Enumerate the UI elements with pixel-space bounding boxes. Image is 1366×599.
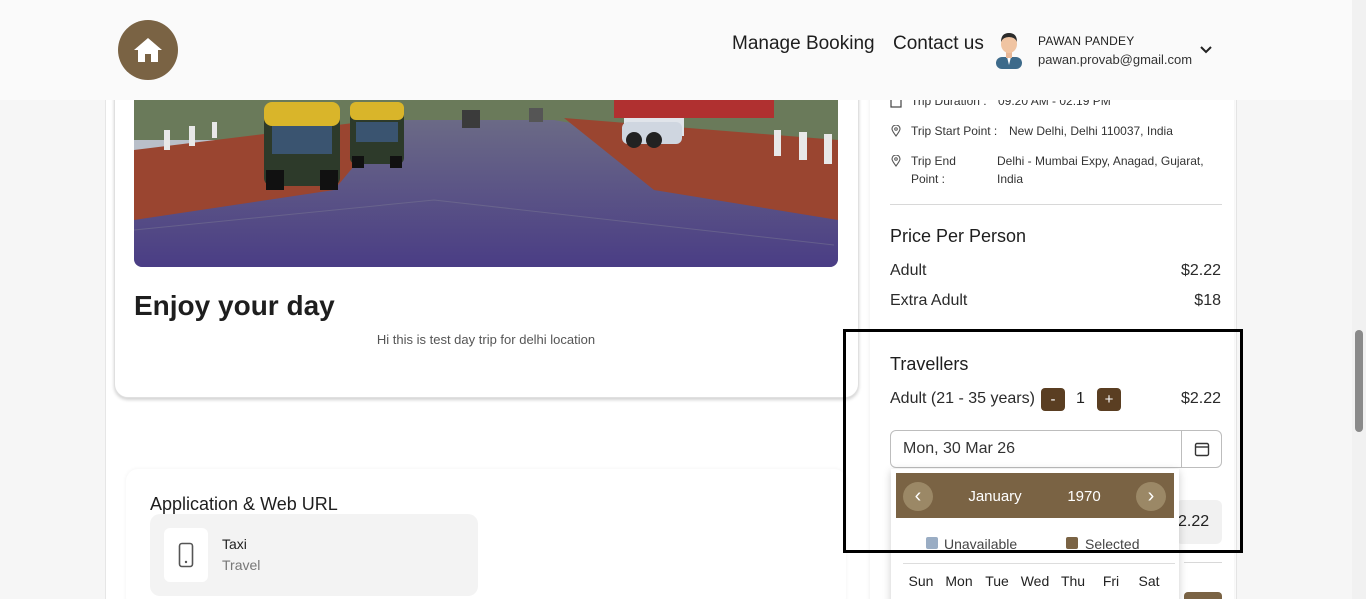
- datepicker-month[interactable]: January: [946, 488, 1044, 505]
- adult-total-price: $2.22: [1180, 390, 1221, 407]
- location-pin-icon: [891, 125, 901, 137]
- weekday-wed: Wed: [1020, 573, 1050, 589]
- home-icon: [134, 38, 162, 62]
- scrollbar-track[interactable]: [1352, 0, 1366, 599]
- legend-selected-swatch: [1066, 537, 1078, 549]
- price-adult-value: $2.22: [1180, 262, 1221, 279]
- decrease-adult-button[interactable]: -: [1041, 388, 1065, 411]
- app-item-icon-box: [164, 528, 208, 582]
- datepicker-next-button[interactable]: ›: [1136, 482, 1166, 511]
- total-price-partial: 2.22: [1176, 500, 1222, 544]
- legend-unavailable-label: Unavailable: [944, 536, 1018, 552]
- trip-end-value-line2: India: [997, 172, 1024, 186]
- legend-selected-label: Selected: [1085, 536, 1140, 552]
- trip-title: Enjoy your day: [134, 290, 335, 321]
- scrollbar-thumb[interactable]: [1355, 330, 1363, 432]
- nav-manage-booking[interactable]: Manage Booking: [732, 33, 875, 55]
- weekday-thu: Thu: [1060, 573, 1086, 589]
- avatar[interactable]: [990, 29, 1028, 69]
- trip-end-label-line2: Point :: [911, 172, 946, 186]
- price-adult-label: Adult: [890, 262, 927, 279]
- home-button[interactable]: [118, 20, 178, 80]
- trip-end-value-line1: Delhi - Mumbai Expy, Anagad, Gujarat,: [997, 154, 1204, 168]
- app-section-title: Application & Web URL: [150, 494, 338, 514]
- nav-contact-us[interactable]: Contact us: [893, 33, 984, 55]
- legend-unavailable-swatch: [926, 537, 938, 549]
- user-email: pawan.provab@gmail.com: [1038, 52, 1193, 67]
- user-name: PAWAN PANDEY: [1038, 34, 1135, 48]
- price-extra-adult-value: $18: [1194, 292, 1221, 309]
- calendar-button[interactable]: [1181, 430, 1222, 468]
- book-now-button[interactable]: [1184, 592, 1222, 599]
- travellers-title: Travellers: [890, 354, 969, 374]
- weekday-tue: Tue: [985, 573, 1009, 589]
- phone-icon: [178, 542, 194, 568]
- adult-count: 1: [1076, 390, 1085, 407]
- app-item-name: Taxi: [222, 536, 247, 552]
- price-per-person-title: Price Per Person: [890, 226, 1027, 246]
- app-item-subtitle: Travel: [222, 557, 261, 573]
- datepicker-year[interactable]: 1970: [1056, 488, 1112, 505]
- header: Manage Booking Contact us PAWAN PANDEY p…: [0, 0, 1352, 100]
- price-extra-adult-label: Extra Adult: [890, 292, 968, 309]
- divider: [1184, 562, 1222, 563]
- trip-end-label-line1: Trip End: [911, 154, 956, 168]
- weekday-fri: Fri: [1102, 573, 1120, 589]
- trip-photo: [134, 100, 838, 267]
- datepicker-prev-button[interactable]: ‹: [903, 482, 933, 511]
- chevron-down-icon[interactable]: [1198, 42, 1214, 58]
- location-pin-icon: [891, 155, 901, 167]
- calendar-icon: [1194, 442, 1209, 457]
- adult-age-label: Adult (21 - 35 years): [890, 390, 1035, 407]
- trip-start-value: New Delhi, Delhi 110037, India: [1009, 124, 1173, 138]
- trip-description: Hi this is test day trip for delhi locat…: [376, 332, 596, 347]
- weekday-mon: Mon: [945, 573, 973, 589]
- weekday-sun: Sun: [908, 573, 934, 589]
- divider: [890, 204, 1222, 205]
- datepicker-divider: [903, 563, 1175, 564]
- weekday-sat: Sat: [1138, 573, 1160, 589]
- divider: [890, 330, 1222, 331]
- trip-start-label: Trip Start Point :: [911, 124, 998, 138]
- increase-adult-button[interactable]: +: [1097, 388, 1121, 411]
- travel-date-input[interactable]: [890, 430, 1182, 468]
